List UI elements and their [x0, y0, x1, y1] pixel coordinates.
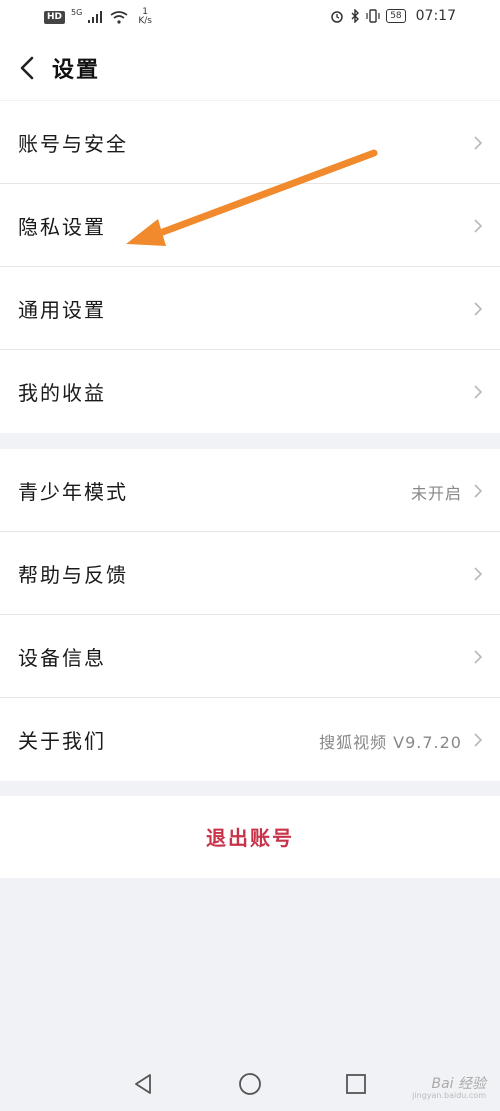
settings-row-about[interactable]: 关于我们 搜狐视频 V9.7.20: [0, 698, 500, 781]
status-bar: HD 5G 1 K/s 58 07:17: [0, 0, 500, 36]
row-label: 通用设置: [18, 298, 106, 322]
settings-row-teen-mode[interactable]: 青少年模式 未开启: [0, 449, 500, 532]
chevron-left-icon[interactable]: [14, 54, 42, 82]
logout-button[interactable]: 退出账号: [0, 796, 500, 878]
row-value: 未开启: [410, 484, 462, 503]
vibrate-icon: [366, 9, 380, 23]
chevron-right-icon: [474, 385, 483, 399]
settings-row-help-feedback[interactable]: 帮助与反馈: [0, 532, 500, 615]
row-value: 搜狐视频 V9.7.20: [319, 733, 462, 752]
settings-row-general[interactable]: 通用设置: [0, 267, 500, 350]
signal-icon: [88, 11, 103, 23]
settings-row-earnings[interactable]: 我的收益: [0, 350, 500, 433]
triangle-back-icon[interactable]: [130, 1071, 156, 1097]
settings-group-1: 账号与安全 隐私设置 通用设置 我的收益: [0, 101, 500, 433]
clock: 07:17: [415, 8, 456, 24]
hd-badge: HD: [44, 10, 66, 24]
row-label: 帮助与反馈: [18, 563, 128, 587]
square-recent-icon[interactable]: [343, 1071, 369, 1097]
watermark: Bai 经验: [431, 1076, 486, 1092]
chevron-right-icon: [474, 650, 483, 664]
row-label: 关于我们: [18, 729, 106, 753]
net-speed-unit: K/s: [138, 16, 152, 26]
row-label: 青少年模式: [18, 480, 128, 504]
header: 设置: [0, 36, 500, 100]
row-label: 设备信息: [18, 646, 106, 670]
wifi-icon: [110, 10, 128, 24]
chevron-right-icon: [474, 567, 483, 581]
alarm-icon: [331, 11, 343, 23]
chevron-right-icon: [474, 136, 483, 150]
settings-row-privacy[interactable]: 隐私设置: [0, 184, 500, 267]
bluetooth-icon: [351, 9, 360, 23]
logout-label: 退出账号: [206, 826, 294, 850]
row-label: 隐私设置: [18, 215, 106, 239]
row-label: 我的收益: [18, 381, 106, 405]
chevron-right-icon: [474, 219, 483, 233]
system-nav-bar: Bai 经验 jingyan.baidu.com: [0, 1055, 500, 1111]
network-type: 5G: [71, 7, 83, 17]
status-left: HD 5G 1 K/s: [44, 8, 152, 26]
battery-indicator: 58: [386, 9, 406, 23]
watermark-sub: jingyan.baidu.com: [412, 1091, 486, 1100]
net-speed: 1 K/s: [138, 8, 152, 26]
settings-row-device-info[interactable]: 设备信息: [0, 615, 500, 698]
chevron-right-icon: [474, 733, 483, 747]
page-title: 设置: [52, 58, 101, 83]
circle-home-icon[interactable]: [237, 1071, 263, 1097]
status-right: 58 07:17: [330, 8, 456, 24]
settings-group-2: 青少年模式 未开启 帮助与反馈 设备信息 关于我们 搜狐视频 V9.7.20: [0, 449, 500, 781]
chevron-right-icon: [474, 484, 483, 498]
settings-row-account-security[interactable]: 账号与安全: [0, 101, 500, 184]
row-label: 账号与安全: [18, 132, 128, 156]
chevron-right-icon: [474, 302, 483, 316]
